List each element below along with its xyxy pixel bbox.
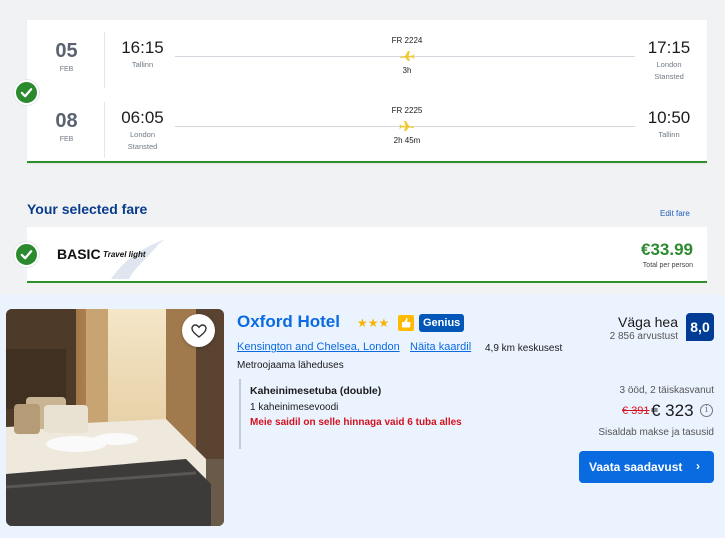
departure-city: Tallinn	[131, 60, 154, 69]
arrival-city: London	[656, 60, 682, 69]
taxes-note: Sisaldab makse ja tasusid	[598, 427, 714, 438]
hotel-name-link[interactable]: Oxford Hotel	[237, 312, 340, 332]
fare-card: BASIC Travel light €33.99 Total per pers…	[27, 227, 707, 283]
chevron-right-icon: ›	[696, 459, 700, 473]
star-rating: ★★★	[357, 316, 390, 330]
outbound-leg: 05 FEB 16:15 Tallinn FR 2224 3h 17:15 Lo…	[27, 30, 707, 90]
inbound-day: 08	[55, 110, 78, 132]
bed-type: 1 kaheinimesevoodi	[250, 402, 339, 413]
original-price: € 391	[622, 405, 650, 417]
departure-time: 06:05	[121, 108, 164, 127]
room-type: Kaheinimesetuba (double)	[250, 385, 382, 397]
info-icon[interactable]: i	[700, 404, 713, 417]
current-price: € 323	[651, 401, 694, 420]
date-divider	[104, 102, 105, 158]
fare-price: €33.99	[641, 240, 693, 259]
fare-price-note: Total per person	[642, 262, 693, 269]
arrival-time: 17:15	[647, 38, 691, 57]
transport-note: Metroojaama läheduses	[237, 360, 344, 371]
review-score-word: Väga hea	[618, 314, 678, 330]
flight-number: FR 2224	[391, 36, 423, 45]
flight-number: FR 2225	[391, 106, 423, 115]
edit-fare-link[interactable]: Edit fare	[660, 209, 690, 218]
see-availability-button[interactable]: Vaata saadavust ›	[579, 451, 714, 483]
flight-duration: 3h	[402, 66, 412, 75]
inbound-date: 08 FEB	[39, 100, 94, 143]
arrival-city: Tallinn	[658, 130, 680, 139]
plane-icon	[400, 51, 415, 61]
location-link[interactable]: Kensington and Chelsea, London	[237, 341, 400, 353]
show-on-map-link[interactable]: Näita kaardil	[410, 341, 471, 353]
selected-fare-heading: Your selected fare	[27, 201, 148, 217]
departure-time: 16:15	[121, 38, 164, 57]
fare-tagline: Travel light	[103, 250, 146, 259]
heart-icon	[190, 323, 207, 338]
inbound-leg: 08 FEB 06:05 London Stansted FR 2225 2h …	[27, 100, 707, 160]
review-count: 2 856 arvustust	[609, 331, 678, 342]
review-score-badge[interactable]: 8,0	[686, 313, 714, 341]
favorite-button[interactable]	[182, 314, 215, 347]
harp-watermark-icon	[111, 239, 165, 280]
distance-from-centre: 4,9 km keskusest	[485, 343, 563, 354]
departure-city: London	[129, 130, 156, 139]
stay-info: 3 ööd, 2 täiskasvanut	[619, 385, 714, 396]
outbound-date: 05 FEB	[39, 30, 94, 73]
scarcity-message: Meie saidil on selle hinnaga vaid 6 tuba…	[250, 417, 462, 428]
room-info: Kaheinimesetuba (double) 1 kaheinimesevo…	[239, 379, 579, 449]
outbound-month: FEB	[59, 66, 74, 73]
thumbs-up-icon	[398, 315, 414, 331]
flight-duration: 2h 45m	[393, 136, 421, 145]
flights-card: 05 FEB 16:15 Tallinn FR 2224 3h 17:15 Lo…	[27, 20, 707, 163]
fare-name: BASIC	[57, 246, 101, 262]
date-divider	[104, 32, 105, 88]
hotel-card: Oxford Hotel ★★★ Genius Kensington and C…	[0, 295, 725, 538]
plane-icon	[399, 121, 414, 131]
departure-airport: Stansted	[127, 142, 158, 151]
inbound-departure: 06:05 London Stansted	[115, 100, 170, 152]
outbound-arrival: 17:15 London Stansted	[639, 30, 699, 82]
outbound-day: 05	[55, 40, 78, 62]
outbound-departure: 16:15 Tallinn	[115, 30, 170, 70]
check-icon	[14, 80, 39, 105]
inbound-month: FEB	[59, 136, 74, 143]
arrival-airport: Stansted	[654, 72, 684, 81]
check-icon	[14, 242, 39, 267]
genius-badge: Genius	[419, 314, 465, 332]
arrival-time: 10:50	[647, 108, 691, 127]
inbound-arrival: 10:50 Tallinn	[639, 100, 699, 140]
see-availability-label: Vaata saadavust	[589, 460, 683, 474]
